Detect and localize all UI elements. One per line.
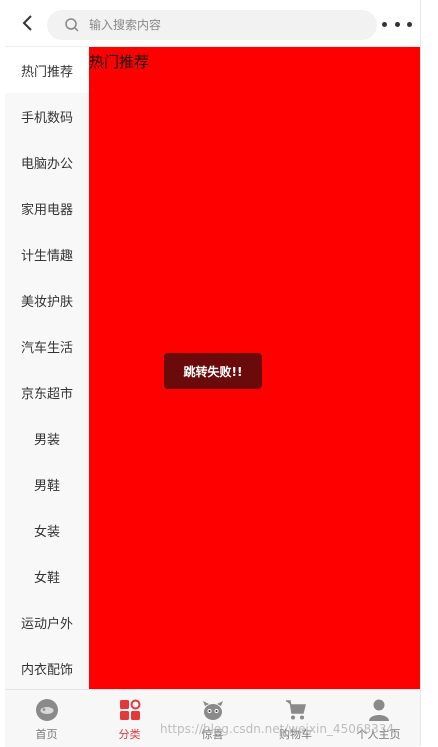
tab-surprise[interactable]: 惊喜 [171, 690, 254, 747]
sidebar-item-underwear[interactable]: 内衣配饰 [5, 645, 89, 689]
sidebar-item-womens-shoes[interactable]: 女鞋 [5, 553, 89, 599]
sidebar-item-womenswear[interactable]: 女装 [5, 507, 89, 553]
tab-label: 首页 [35, 728, 58, 741]
sidebar-item-hot[interactable]: 热门推荐 [5, 47, 89, 93]
sidebar-item-appliances[interactable]: 家用电器 [5, 185, 89, 231]
app-frame: 热门推荐 手机数码 电脑办公 家用电器 计生情趣 美妆护肤 汽车生活 京东超市 … [5, 0, 421, 747]
search-bar[interactable] [47, 10, 377, 40]
bottom-tabbar: 首页 分类 惊喜 购物车 个人主页 [5, 689, 420, 747]
error-toast: 跳转失败!! [164, 353, 262, 389]
sidebar-item-menswear[interactable]: 男装 [5, 415, 89, 461]
sidebar-item-adult[interactable]: 计生情趣 [5, 231, 89, 277]
tab-label: 购物车 [279, 728, 312, 741]
tab-home[interactable]: 首页 [5, 690, 88, 747]
back-button[interactable] [15, 10, 41, 36]
category-sidebar: 热门推荐 手机数码 电脑办公 家用电器 计生情趣 美妆护肤 汽车生活 京东超市 … [5, 47, 89, 689]
more-dot-icon [382, 21, 387, 27]
search-input[interactable] [87, 17, 351, 33]
tab-label: 惊喜 [201, 728, 224, 741]
more-button[interactable] [382, 14, 412, 34]
search-icon [63, 16, 81, 34]
category-icon [117, 697, 143, 723]
user-icon [366, 697, 392, 723]
category-content: 热门推荐 跳转失败!! [89, 47, 420, 689]
tab-profile[interactable]: 个人主页 [337, 690, 420, 747]
content-title: 热门推荐 [89, 53, 150, 71]
sidebar-item-sports[interactable]: 运动户外 [5, 599, 89, 645]
chevron-left-icon [22, 15, 32, 31]
cart-icon [283, 697, 309, 723]
tab-label: 个人主页 [356, 728, 401, 741]
sidebar-item-phones[interactable]: 手机数码 [5, 93, 89, 139]
surprise-icon [200, 697, 226, 723]
sidebar-item-auto[interactable]: 汽车生活 [5, 323, 89, 369]
tab-cart[interactable]: 购物车 [254, 690, 337, 747]
sidebar-item-supermarket[interactable]: 京东超市 [5, 369, 89, 415]
more-dot-icon [407, 21, 412, 27]
sidebar-item-mens-shoes[interactable]: 男鞋 [5, 461, 89, 507]
sidebar-item-computers[interactable]: 电脑办公 [5, 139, 89, 185]
more-dot-icon [394, 21, 400, 27]
sidebar-item-beauty[interactable]: 美妆护肤 [5, 277, 89, 323]
home-icon [34, 697, 60, 723]
tab-category[interactable]: 分类 [88, 690, 171, 747]
tab-label: 分类 [118, 728, 141, 741]
header [5, 0, 420, 47]
